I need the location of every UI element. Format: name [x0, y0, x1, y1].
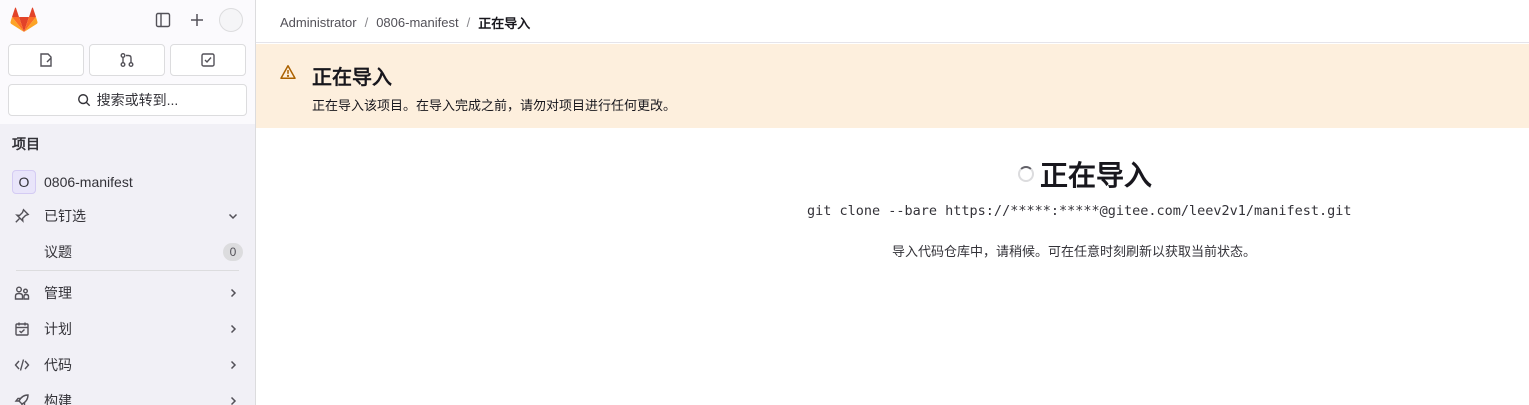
sidebar-item-build[interactable]: 构建 — [8, 385, 247, 405]
merge-requests-shortcut-button[interactable] — [89, 44, 165, 76]
chevron-right-icon — [230, 360, 237, 370]
todo-icon — [201, 53, 215, 67]
chevron-right-icon — [230, 396, 237, 405]
plus-icon — [191, 14, 203, 26]
sidebar-item-project[interactable]: O 0806-manifest — [8, 166, 247, 198]
sidebar-item-manage[interactable]: 管理 — [8, 277, 247, 309]
import-warning-alert: 正在导入 正在导入该项目。在导入完成之前，请勿对项目进行任何更改。 — [256, 44, 1529, 128]
code-icon — [14, 357, 30, 373]
rocket-icon — [14, 393, 30, 405]
project-name: 0806-manifest — [44, 174, 133, 190]
warning-icon — [280, 65, 296, 79]
breadcrumb: Administrator / 0806-manifest / 正在导入 — [280, 13, 530, 32]
chevron-right-icon — [230, 324, 237, 334]
sidebar-item-issues[interactable]: 议题 0 — [8, 236, 247, 268]
merge-request-icon — [120, 53, 134, 67]
sidebar-item-plan[interactable]: 计划 — [8, 313, 247, 345]
issues-icon — [40, 53, 52, 67]
loading-spinner-icon — [1018, 166, 1034, 182]
breadcrumb-project[interactable]: 0806-manifest — [376, 15, 458, 30]
alert-body: 正在导入该项目。在导入完成之前，请勿对项目进行任何更改。 — [312, 98, 677, 113]
sidebar-item-code[interactable]: 代码 — [8, 349, 247, 381]
sidebar-header — [0, 0, 256, 40]
pinned-label: 已钉选 — [44, 208, 86, 224]
chevron-right-icon — [230, 288, 237, 298]
users-icon — [14, 285, 30, 301]
plan-label: 计划 — [44, 321, 72, 337]
breadcrumb-admin[interactable]: Administrator — [280, 15, 357, 30]
import-heading: 正在导入 — [1018, 156, 1152, 192]
issues-label: 议题 — [44, 244, 72, 260]
sidebar: 搜索或转到... 项目 O 0806-manifest 已钉选 议题 0 管理 — [0, 0, 256, 405]
code-label: 代码 — [44, 357, 72, 373]
sidebar-section-title: 项目 — [12, 136, 40, 152]
create-new-button[interactable] — [185, 8, 209, 32]
pin-icon — [14, 208, 30, 224]
search-button-label: 搜索或转到... — [96, 92, 179, 108]
breadcrumb-separator: / — [466, 15, 471, 30]
sidebar-divider — [16, 270, 239, 271]
issues-shortcut-button[interactable] — [8, 44, 84, 76]
search-button[interactable]: 搜索或转到... — [8, 84, 247, 116]
search-icon — [77, 94, 90, 107]
page-title: 正在导入 — [1040, 160, 1153, 191]
import-command: git clone --bare https://*****:*****@git… — [807, 203, 1352, 219]
todo-shortcut-button[interactable] — [170, 44, 246, 76]
alert-title: 正在导入 — [312, 67, 392, 89]
import-status-text: 导入代码仓库中，请稍候。可在任意时刻刷新以获取当前状态。 — [892, 244, 1257, 259]
calendar-icon — [14, 321, 30, 337]
gitlab-logo-icon[interactable] — [10, 7, 38, 33]
breadcrumb-current[interactable]: 正在导入 — [478, 13, 530, 32]
issues-count-badge: 0 — [223, 243, 243, 261]
breadcrumb-separator: / — [364, 15, 369, 30]
sidebar-toggle-icon — [155, 12, 171, 28]
build-label: 构建 — [44, 393, 72, 405]
sidebar-item-pinned[interactable]: 已钉选 — [8, 200, 247, 232]
top-bar: Administrator / 0806-manifest / 正在导入 — [256, 0, 1529, 43]
chevron-down-icon — [228, 213, 238, 220]
project-avatar: O — [12, 170, 36, 194]
toggle-sidebar-button[interactable] — [151, 8, 175, 32]
user-avatar-button[interactable] — [219, 8, 243, 32]
manage-label: 管理 — [44, 285, 72, 301]
